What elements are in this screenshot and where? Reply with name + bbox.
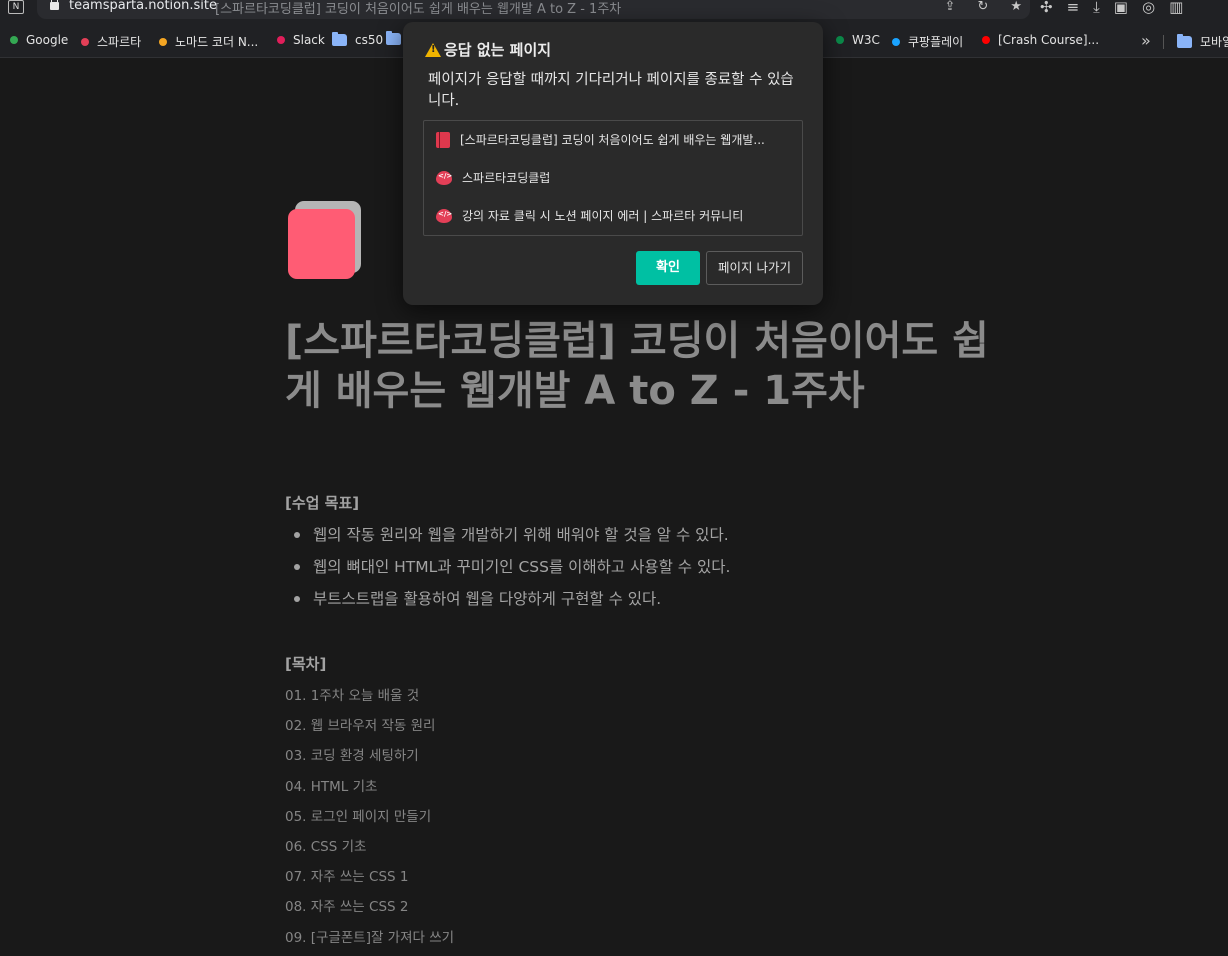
ok-button[interactable]: 확인 (636, 251, 700, 285)
bookmark-label: cs50 (355, 33, 384, 47)
bookmark-label: Slack (293, 33, 325, 47)
list-item: 부트스트랩을 활용하여 웹을 다양하게 구현할 수 있다. (285, 584, 730, 616)
dialog-title-text: 응답 없는 페이지 (444, 41, 552, 59)
bookmark-label: 모바일 (1200, 35, 1228, 49)
bookmark-label: [Crash Course]... (998, 33, 1100, 47)
bookmark-label: Google (26, 33, 69, 47)
toc-link[interactable]: 09. [구글폰트]잘 가져다 쓰기 (285, 926, 454, 956)
bookmark-folder-mobile[interactable]: 모바일 (1177, 33, 1228, 50)
table-of-contents: 01. 1주차 오늘 배울 것 02. 웹 브라우저 작동 원리 03. 코딩 … (285, 684, 454, 956)
toc-heading: [목차] (285, 655, 327, 673)
list-item: 강의 자료 클릭 시 노션 페이지 에러 | 스파르타 커뮤니티 (436, 207, 743, 224)
bookmark-label: 노마드 코더 N... (175, 35, 259, 49)
browser-top-bar: N teamsparta.notion.site [스파르타코딩클럽] 코딩이 … (0, 0, 1228, 22)
reload-icon[interactable]: ↻ (977, 0, 988, 14)
more-bookmarks-chevron-icon[interactable]: » (1141, 31, 1151, 50)
bookmark-nomad-coders[interactable]: 노마드 코더 N... (159, 33, 258, 50)
folder-icon (1177, 33, 1192, 48)
toc-link[interactable]: 05. 로그인 페이지 만들기 (285, 805, 454, 835)
list-item: [스파르타코딩클럽] 코딩이 처음이어도 쉽게 배우는 웹개발... (436, 131, 765, 148)
coupang-play-icon (892, 37, 900, 46)
url-title: [스파르타코딩클럽] 코딩이 처음이어도 쉽게 배우는 웹개발 A to Z -… (215, 2, 622, 17)
slack-icon (277, 36, 285, 44)
w3c-icon (836, 36, 844, 44)
extensions-icon[interactable]: ✣ (1040, 0, 1053, 16)
toc-link[interactable]: 04. HTML 기초 (285, 775, 454, 805)
goals-heading: [수업 목표] (285, 494, 360, 512)
folder-icon (332, 32, 347, 46)
bookmark-label: 쿠팡플레이 (908, 35, 964, 49)
bookmark-folder-partial[interactable] (386, 31, 401, 45)
list-item: 웹의 작동 원리와 웹을 개발하기 위해 배워야 할 것을 알 수 있다. (285, 520, 730, 552)
list-item: 스파르타코딩클럽 (436, 169, 550, 186)
url-host: teamsparta.notion.site (69, 0, 217, 13)
reading-list-icon[interactable]: ≡ (1067, 0, 1080, 16)
toc-link[interactable]: 02. 웹 브라우저 작동 원리 (285, 714, 454, 744)
bookmark-sparta[interactable]: 스파르타 (81, 33, 141, 50)
lock-icon[interactable] (50, 0, 59, 10)
page-icon-front (288, 209, 355, 279)
toc-link[interactable]: 01. 1주차 오늘 배울 것 (285, 684, 454, 714)
unresponsive-page-dialog: 응답 없는 페이지 페이지가 응답할 때까지 기다리거나 페이지를 종료할 수 … (403, 22, 823, 305)
page-label: [스파르타코딩클럽] 코딩이 처음이어도 쉽게 배우는 웹개발... (460, 133, 765, 147)
toc-link[interactable]: 07. 자주 쓰는 CSS 1 (285, 865, 454, 895)
bookmark-crash-course[interactable]: [Crash Course]... (982, 33, 1099, 47)
toc-link[interactable]: 08. 자주 쓰는 CSS 2 (285, 895, 454, 925)
notion-app-icon[interactable]: N (8, 0, 24, 14)
page-emoji-icon[interactable] (287, 201, 363, 279)
page-title: [스파르타코딩클럽] 코딩이 처음이어도 쉽게 배우는 웹개발 A to Z -… (285, 318, 989, 414)
bookmark-slack[interactable]: Slack (277, 33, 325, 47)
bookmark-folder-cs50[interactable]: cs50 (332, 32, 384, 47)
address-bar[interactable]: teamsparta.notion.site [스파르타코딩클럽] 코딩이 처음… (37, 0, 1030, 19)
sidebar-icon[interactable]: ▥ (1169, 0, 1183, 16)
unresponsive-pages-list: [스파르타코딩클럽] 코딩이 처음이어도 쉽게 배우는 웹개발... 스파르타코… (423, 120, 803, 236)
list-item: 웹의 뼈대인 HTML과 꾸미기인 CSS를 이해하고 사용할 수 있다. (285, 552, 730, 584)
page-label: 스파르타코딩클럽 (462, 171, 551, 185)
toc-link[interactable]: 06. CSS 기초 (285, 835, 454, 865)
goals-list: 웹의 작동 원리와 웹을 개발하기 위해 배워야 할 것을 알 수 있다. 웹의… (285, 520, 730, 616)
page-label: 강의 자료 클릭 시 노션 페이지 에러 | 스파르타 커뮤니티 (462, 209, 744, 223)
sparta-icon (436, 170, 452, 185)
download-icon[interactable]: ⤓ (1093, 0, 1100, 16)
leave-page-button[interactable]: 페이지 나가기 (706, 251, 803, 285)
sparta-icon (81, 37, 89, 46)
bookmark-w3c[interactable]: W3C (836, 33, 880, 47)
bookmark-label: 스파르타 (97, 35, 142, 49)
screenshot-icon[interactable]: ◎ (1142, 0, 1155, 16)
sparta-icon (436, 208, 452, 223)
warning-icon (425, 42, 441, 57)
tab-search-icon[interactable]: ▣ (1114, 0, 1128, 16)
folder-icon (386, 31, 401, 45)
nomad-icon (159, 37, 167, 46)
bookmark-google[interactable]: Google (10, 33, 68, 47)
book-icon (436, 131, 450, 148)
share-icon[interactable]: ⇪ (945, 0, 956, 14)
toc-link[interactable]: 03. 코딩 환경 세팅하기 (285, 744, 454, 774)
dialog-message: 페이지가 응답할 때까지 기다리거나 페이지를 종료할 수 있습니다. (428, 72, 794, 109)
bookmarks-divider (1163, 35, 1164, 49)
google-icon (10, 36, 18, 44)
bookmark-coupang-play[interactable]: 쿠팡플레이 (892, 33, 963, 50)
youtube-icon (982, 36, 990, 44)
bookmark-star-icon[interactable]: ★ (1010, 0, 1022, 14)
bookmark-label: W3C (852, 33, 880, 47)
dialog-title: 응답 없는 페이지 (425, 39, 551, 60)
